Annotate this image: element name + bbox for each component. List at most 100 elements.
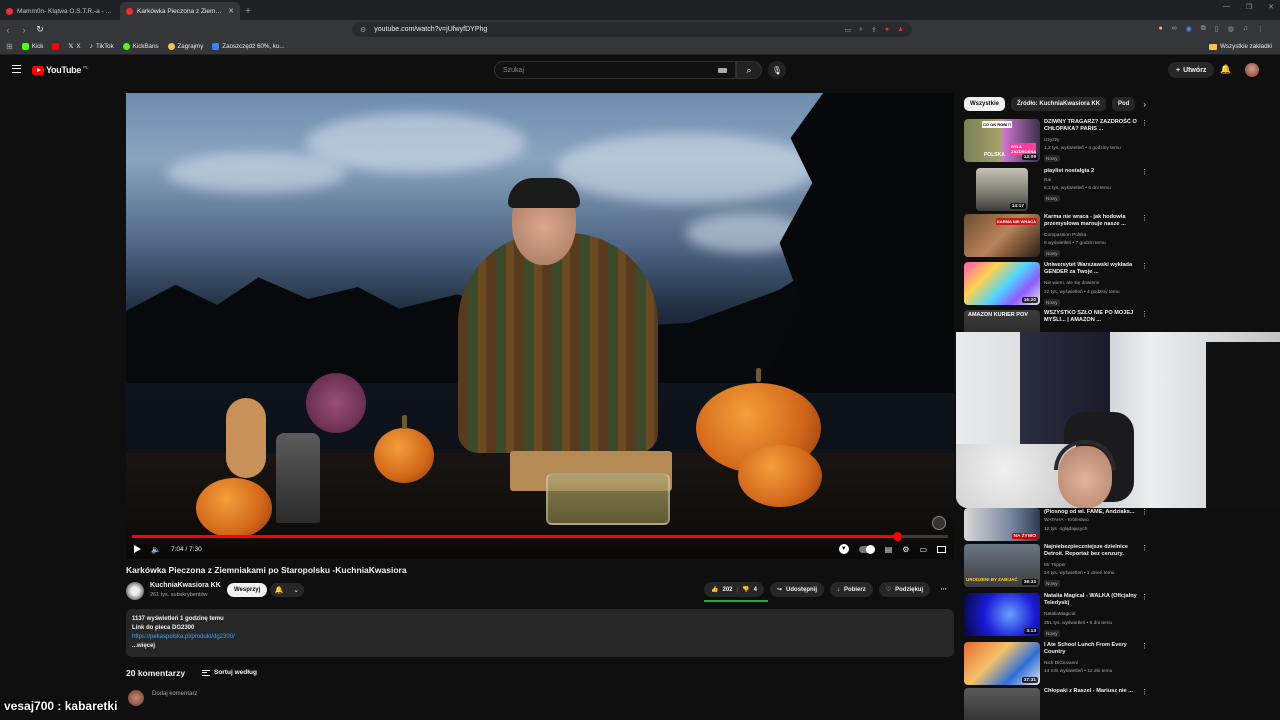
- tab-active[interactable]: Karkówka Pieczona z Ziemniakami po Staro…: [120, 2, 240, 20]
- hamburger-menu-icon[interactable]: [12, 65, 21, 73]
- more-options-icon[interactable]: ⋮: [1141, 214, 1148, 222]
- fullscreen-icon[interactable]: [937, 545, 946, 553]
- description-link[interactable]: https://pekaspolska.pl/produkt/dg2300/: [132, 634, 235, 640]
- more-options-icon[interactable]: ⋮: [1141, 119, 1148, 127]
- close-window-icon[interactable]: ✕: [1268, 3, 1274, 11]
- description-box[interactable]: 1137 wyświetleń 1 godzinę temu Link do p…: [126, 609, 954, 657]
- apps-grid-icon[interactable]: ⊞: [6, 42, 13, 51]
- video-thumbnail[interactable]: CO ON ROBI?! BYŁA ZAZDROSNA POLSKA 13:09: [964, 119, 1040, 162]
- add-comment-input[interactable]: Dodaj komentarz: [152, 691, 197, 697]
- keyboard-icon[interactable]: [718, 67, 727, 73]
- extension-link-icon[interactable]: ∞: [1172, 25, 1177, 33]
- media-icon[interactable]: ♫: [1243, 25, 1248, 33]
- chip-related[interactable]: Pod: [1112, 97, 1136, 111]
- minimize-icon[interactable]: —: [1223, 3, 1230, 11]
- notification-settings-button[interactable]: 🔔 ⌄: [270, 583, 304, 597]
- thumbs-down-icon[interactable]: 👎: [742, 586, 749, 593]
- account-avatar[interactable]: [1245, 63, 1259, 77]
- bookmark-youtube[interactable]: [52, 43, 60, 50]
- cast-icon[interactable]: ▭: [844, 26, 851, 34]
- like-dislike-button[interactable]: 👍 202 | 👎 4: [704, 582, 765, 597]
- more-options-icon[interactable]: ⋮: [1141, 544, 1148, 552]
- site-info-icon[interactable]: ⚙: [360, 26, 366, 34]
- notifications-bell-icon[interactable]: 🔔: [1220, 64, 1231, 75]
- more-options-icon[interactable]: ⋮: [1141, 168, 1148, 176]
- more-options-icon[interactable]: ⋮: [1141, 688, 1148, 696]
- progress-bar[interactable]: [132, 532, 948, 541]
- recommended-video[interactable]: 37:31 I Ate School Lunch From Every Coun…: [964, 642, 1150, 686]
- download-button[interactable]: ↓ Pobierz: [830, 582, 873, 597]
- search-button[interactable]: ⌕: [736, 61, 762, 79]
- extension-yellow-icon[interactable]: ●: [1158, 25, 1162, 33]
- subtitles-icon[interactable]: ▤: [885, 545, 893, 554]
- video-thumbnail[interactable]: 16:20: [964, 262, 1040, 305]
- reload-icon[interactable]: ↻: [32, 24, 48, 35]
- video-thumbnail[interactable]: 3:13: [964, 593, 1040, 636]
- bookmark-x[interactable]: 𝕏X: [68, 43, 80, 50]
- video-thumbnail[interactable]: URODZENI BY ZABIJAĆ 38:33: [964, 544, 1040, 587]
- zoom-icon[interactable]: ⌕: [859, 26, 863, 34]
- bookmark-kickbans[interactable]: KickBans: [122, 43, 159, 50]
- more-options-icon[interactable]: ⋮: [1141, 310, 1148, 318]
- more-actions-button[interactable]: ⋯: [936, 582, 951, 597]
- recommended-video[interactable]: CO ON ROBI?! BYŁA ZAZDROSNA POLSKA 13:09…: [964, 119, 1150, 163]
- voice-search-button[interactable]: 🎙: [768, 61, 786, 79]
- show-more-link[interactable]: ...więcej: [132, 642, 948, 651]
- volume-icon[interactable]: 🔈: [151, 545, 161, 554]
- chevron-right-icon[interactable]: ›: [1143, 100, 1146, 109]
- recommended-video[interactable]: KARMA NIE WRACA Karma nie wraca - jak ho…: [964, 214, 1150, 258]
- profile-icon[interactable]: ◍: [1228, 25, 1234, 33]
- search-input[interactable]: Szukaj: [494, 61, 736, 79]
- back-icon[interactable]: ‹: [0, 25, 16, 35]
- support-button[interactable]: Wesprzyj: [227, 583, 268, 597]
- recommended-video[interactable]: URODZENI BY ZABIJAĆ 38:33 Najniebezpiecz…: [964, 544, 1150, 588]
- video-thumbnail[interactable]: NA ŻYWO: [964, 508, 1040, 541]
- recommended-video[interactable]: 16:20 Uniwersytet Warszawski wykłada GEN…: [964, 262, 1150, 306]
- bookmark-tiktok[interactable]: ♪ TikTok: [90, 43, 114, 50]
- tab-inactive[interactable]: Mamm0n- Klątwa O.S.T.R.-a - YouTube: [0, 2, 120, 20]
- new-tab-button[interactable]: +: [240, 2, 256, 20]
- extension-blue-icon[interactable]: ◉: [1186, 25, 1192, 33]
- more-options-icon[interactable]: ⋮: [1141, 642, 1148, 650]
- alert-icon[interactable]: ▲: [897, 26, 904, 34]
- chip-all[interactable]: Wszystkie: [964, 97, 1006, 111]
- bookmark-deal[interactable]: Zaoszczędź 60%, ku...: [212, 43, 285, 50]
- extension-icon[interactable]: ●: [885, 26, 889, 34]
- forward-icon[interactable]: ›: [16, 25, 32, 35]
- extension-puzzle-icon[interactable]: ⧉: [1201, 25, 1206, 33]
- settings-gear-icon[interactable]: ⚙: [902, 545, 909, 554]
- video-player[interactable]: 🔈 7:04 / 7:30 ▼ ▤ ⚙ ▭: [126, 93, 954, 559]
- close-tab-icon[interactable]: ✕: [228, 7, 234, 15]
- video-thumbnail[interactable]: 14:17: [976, 168, 1028, 211]
- sort-comments-button[interactable]: Sortuj według: [202, 669, 257, 676]
- address-bar[interactable]: ⚙ youtube.com/watch?v=jUfwyfDYPhg ▭ ⌕ ⇪ …: [352, 22, 912, 37]
- bookmark-zagrajmy[interactable]: Zagrajmy: [167, 43, 203, 50]
- thumbs-up-icon[interactable]: 👍: [711, 586, 718, 593]
- menu-dots-icon[interactable]: ⋮: [1257, 25, 1264, 33]
- video-thumbnail[interactable]: KARMA NIE WRACA: [964, 214, 1040, 257]
- theater-mode-icon[interactable]: ▭: [919, 545, 927, 554]
- more-options-icon[interactable]: ⋮: [1141, 262, 1148, 270]
- video-thumbnail[interactable]: 37:31: [964, 642, 1040, 685]
- maximize-icon[interactable]: ❐: [1246, 3, 1252, 11]
- recommended-video[interactable]: Chłopaki z Raszel - Mariusz nie ... ⋮: [964, 688, 1150, 720]
- recommended-video[interactable]: 3:13 Natalia Magical - WALKA (Oficjalny …: [964, 593, 1150, 637]
- sponsor-shield-icon[interactable]: ▼: [838, 544, 849, 554]
- autoplay-toggle[interactable]: [858, 544, 875, 554]
- channel-name[interactable]: KuchniaKwasiora KK: [150, 582, 221, 589]
- chip-source[interactable]: Źródło: KuchniaKwasiora KK: [1011, 97, 1107, 111]
- more-options-icon[interactable]: ⋮: [1141, 593, 1148, 601]
- create-button[interactable]: + Utwórz: [1168, 62, 1215, 78]
- share-icon[interactable]: ⇪: [871, 26, 877, 34]
- bookmark-kick[interactable]: Kick: [21, 43, 43, 50]
- youtube-logo[interactable]: YouTube PL: [32, 65, 89, 75]
- share-button[interactable]: ↪ Udostępnij: [770, 582, 825, 597]
- recommended-video[interactable]: 14:17 playlist nostalgia 2 Rai 6,1 tys. …: [964, 168, 1150, 212]
- channel-avatar[interactable]: [126, 582, 144, 600]
- all-bookmarks[interactable]: Wszystkie zakładki: [1209, 43, 1272, 50]
- play-icon[interactable]: [134, 545, 141, 553]
- side-panel-icon[interactable]: ▯: [1215, 25, 1219, 33]
- more-options-icon[interactable]: ⋮: [1141, 508, 1148, 516]
- thanks-button[interactable]: ♡ Podziękuj: [878, 582, 931, 597]
- video-thumbnail[interactable]: [964, 688, 1040, 720]
